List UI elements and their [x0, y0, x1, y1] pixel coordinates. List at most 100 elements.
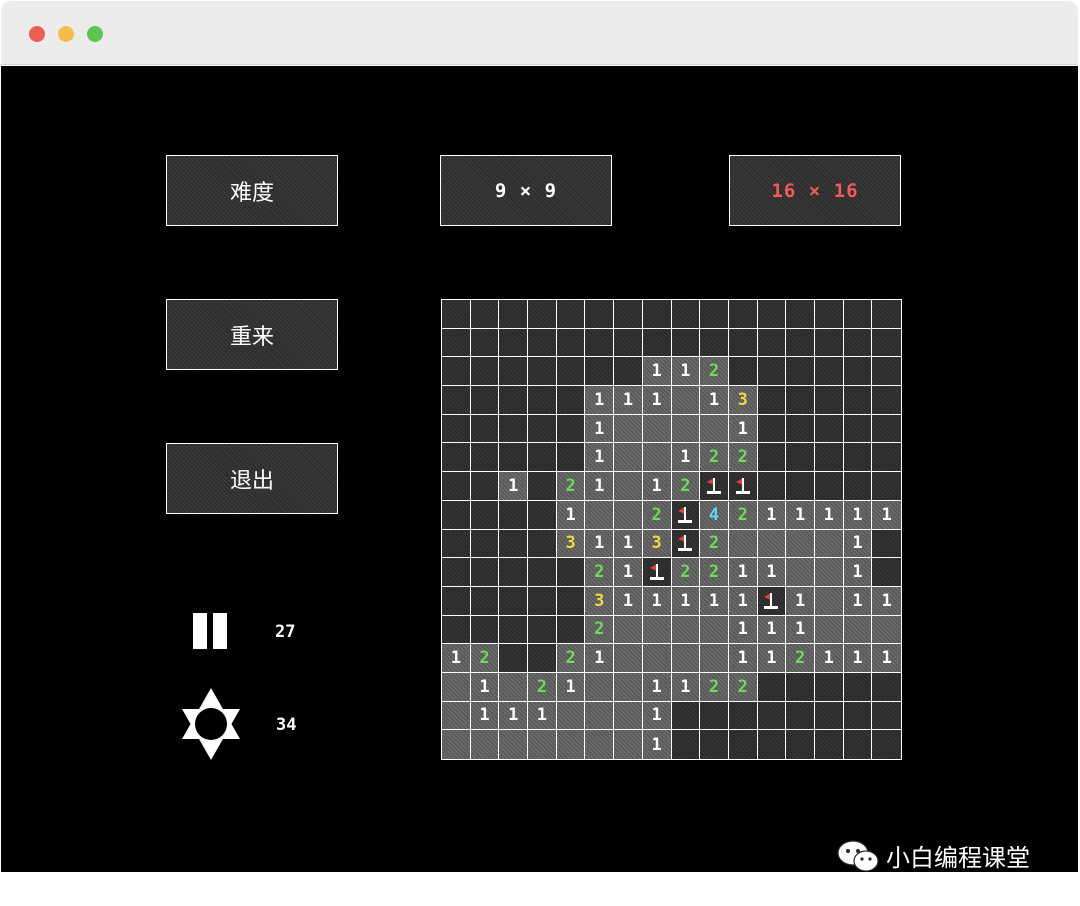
- hidden-cell[interactable]: [528, 300, 557, 329]
- hidden-cell[interactable]: [642, 328, 672, 358]
- opened-cell[interactable]: [728, 529, 758, 559]
- opened-cell[interactable]: [786, 558, 815, 587]
- opened-cell[interactable]: [528, 730, 557, 759]
- hidden-cell[interactable]: [556, 558, 586, 587]
- number-cell[interactable]: 2: [728, 443, 758, 473]
- flagged-cell[interactable]: [642, 558, 672, 587]
- hidden-cell[interactable]: [786, 386, 815, 415]
- hidden-cell[interactable]: [872, 300, 901, 329]
- hidden-cell[interactable]: [499, 300, 529, 329]
- number-cell[interactable]: 2: [728, 500, 758, 530]
- hidden-cell[interactable]: [499, 644, 529, 673]
- opened-cell[interactable]: [499, 730, 529, 759]
- opened-cell[interactable]: [614, 414, 643, 444]
- hidden-cell[interactable]: [442, 615, 471, 645]
- hidden-cell[interactable]: [757, 672, 787, 702]
- opened-cell[interactable]: [585, 500, 615, 530]
- hidden-cell[interactable]: [528, 644, 557, 673]
- number-cell[interactable]: 1: [757, 558, 787, 587]
- number-cell[interactable]: 2: [470, 644, 500, 673]
- number-cell[interactable]: 1: [671, 672, 701, 702]
- number-cell[interactable]: 1: [585, 472, 615, 501]
- number-cell[interactable]: 1: [556, 500, 586, 530]
- opened-cell[interactable]: [786, 529, 815, 559]
- flagged-cell[interactable]: [700, 472, 729, 501]
- number-cell[interactable]: 1: [671, 586, 701, 616]
- hidden-cell[interactable]: [872, 328, 901, 358]
- hidden-cell[interactable]: [700, 730, 729, 759]
- hidden-cell[interactable]: [528, 443, 557, 473]
- opened-cell[interactable]: [814, 529, 844, 559]
- hidden-cell[interactable]: [556, 328, 586, 358]
- number-cell[interactable]: 1: [642, 701, 672, 731]
- number-cell[interactable]: 2: [700, 672, 729, 702]
- number-cell[interactable]: 1: [872, 500, 901, 530]
- hidden-cell[interactable]: [872, 414, 901, 444]
- number-cell[interactable]: 1: [786, 615, 815, 645]
- hidden-cell[interactable]: [585, 328, 615, 358]
- hidden-cell[interactable]: [442, 414, 471, 444]
- number-cell[interactable]: 1: [786, 500, 815, 530]
- number-cell[interactable]: 1: [843, 644, 873, 673]
- number-cell[interactable]: 2: [585, 615, 615, 645]
- opened-cell[interactable]: [642, 644, 672, 673]
- number-cell[interactable]: 1: [642, 386, 672, 415]
- hidden-cell[interactable]: [442, 328, 471, 358]
- hidden-cell[interactable]: [442, 357, 471, 387]
- hidden-cell[interactable]: [843, 672, 873, 702]
- number-cell[interactable]: 1: [499, 701, 529, 731]
- number-cell[interactable]: 2: [700, 357, 729, 387]
- opened-cell[interactable]: [499, 672, 529, 702]
- opened-cell[interactable]: [614, 730, 643, 759]
- hidden-cell[interactable]: [728, 701, 758, 731]
- hidden-cell[interactable]: [872, 558, 901, 587]
- hidden-cell[interactable]: [700, 701, 729, 731]
- number-cell[interactable]: 1: [728, 586, 758, 616]
- number-cell[interactable]: 2: [728, 672, 758, 702]
- hidden-cell[interactable]: [470, 357, 500, 387]
- opened-cell[interactable]: [642, 615, 672, 645]
- number-cell[interactable]: 1: [585, 529, 615, 559]
- opened-cell[interactable]: [671, 644, 701, 673]
- number-cell[interactable]: 1: [642, 672, 672, 702]
- number-cell[interactable]: 1: [872, 644, 901, 673]
- hidden-cell[interactable]: [499, 529, 529, 559]
- hidden-cell[interactable]: [442, 586, 471, 616]
- number-cell[interactable]: 1: [728, 558, 758, 587]
- number-cell[interactable]: 3: [642, 529, 672, 559]
- number-cell[interactable]: 1: [614, 386, 643, 415]
- number-cell[interactable]: 1: [728, 414, 758, 444]
- number-cell[interactable]: 2: [671, 558, 701, 587]
- hidden-cell[interactable]: [843, 701, 873, 731]
- opened-cell[interactable]: [814, 558, 844, 587]
- number-cell[interactable]: 1: [843, 529, 873, 559]
- number-cell[interactable]: 2: [528, 672, 557, 702]
- hidden-cell[interactable]: [556, 615, 586, 645]
- hidden-cell[interactable]: [814, 386, 844, 415]
- restart-button[interactable]: 重来: [166, 299, 338, 370]
- hidden-cell[interactable]: [814, 701, 844, 731]
- hidden-cell[interactable]: [786, 443, 815, 473]
- hidden-cell[interactable]: [757, 730, 787, 759]
- hidden-cell[interactable]: [499, 443, 529, 473]
- opened-cell[interactable]: [814, 586, 844, 616]
- opened-cell[interactable]: [700, 615, 729, 645]
- hidden-cell[interactable]: [499, 500, 529, 530]
- hidden-cell[interactable]: [700, 300, 729, 329]
- hidden-cell[interactable]: [528, 472, 557, 501]
- number-cell[interactable]: 1: [642, 357, 672, 387]
- hidden-cell[interactable]: [528, 414, 557, 444]
- hidden-cell[interactable]: [499, 414, 529, 444]
- hidden-cell[interactable]: [728, 730, 758, 759]
- hidden-cell[interactable]: [470, 328, 500, 358]
- hidden-cell[interactable]: [442, 558, 471, 587]
- number-cell[interactable]: 1: [642, 730, 672, 759]
- hidden-cell[interactable]: [528, 586, 557, 616]
- hidden-cell[interactable]: [671, 328, 701, 358]
- minimize-window-button[interactable]: [58, 26, 74, 42]
- opened-cell[interactable]: [642, 414, 672, 444]
- hidden-cell[interactable]: [786, 472, 815, 501]
- number-cell[interactable]: 1: [757, 644, 787, 673]
- hidden-cell[interactable]: [786, 414, 815, 444]
- close-window-button[interactable]: [29, 26, 45, 42]
